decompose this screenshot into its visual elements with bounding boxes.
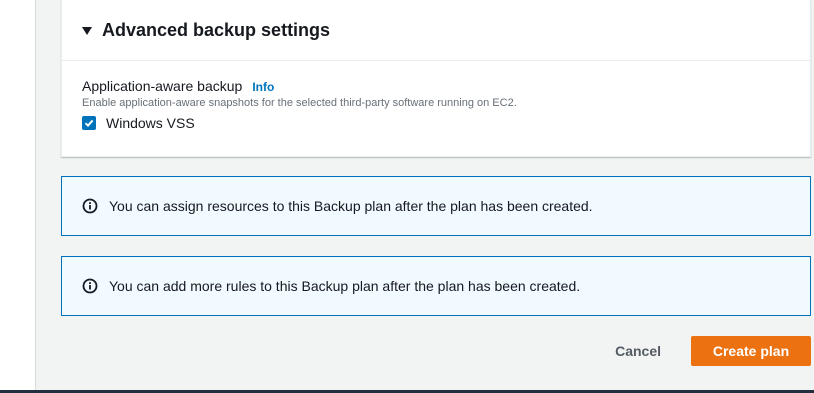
form-actions: Cancel Create plan (615, 336, 811, 366)
field-label-row: Application-aware backup Info (82, 78, 790, 94)
create-plan-button[interactable]: Create plan (691, 336, 811, 366)
windows-vss-option[interactable]: Windows VSS (82, 115, 790, 131)
checkmark-icon (84, 119, 94, 128)
panel-title: Advanced backup settings (102, 19, 331, 40)
windows-vss-label: Windows VSS (106, 115, 195, 131)
advanced-backup-settings-header[interactable]: Advanced backup settings (62, 0, 810, 61)
info-icon (82, 198, 98, 214)
left-navigation-rail (0, 0, 36, 390)
field-description: Enable application-aware snapshots for t… (82, 97, 517, 109)
cancel-button[interactable]: Cancel (615, 343, 661, 359)
alert-text: You can assign resources to this Backup … (109, 198, 593, 214)
caret-down-icon[interactable] (82, 26, 92, 35)
panel-body: Application-aware backup Info Enable app… (62, 61, 810, 131)
info-link[interactable]: Info (252, 80, 274, 94)
advanced-backup-settings-panel: Advanced backup settings Application-awa… (61, 0, 811, 157)
assign-resources-info-alert: You can assign resources to this Backup … (61, 176, 811, 236)
add-rules-info-alert: You can add more rules to this Backup pl… (61, 256, 811, 316)
application-aware-backup-label: Application-aware backup (82, 78, 243, 94)
info-icon (82, 278, 98, 294)
windows-vss-checkbox[interactable] (82, 116, 96, 130)
alert-text: You can add more rules to this Backup pl… (109, 278, 581, 294)
